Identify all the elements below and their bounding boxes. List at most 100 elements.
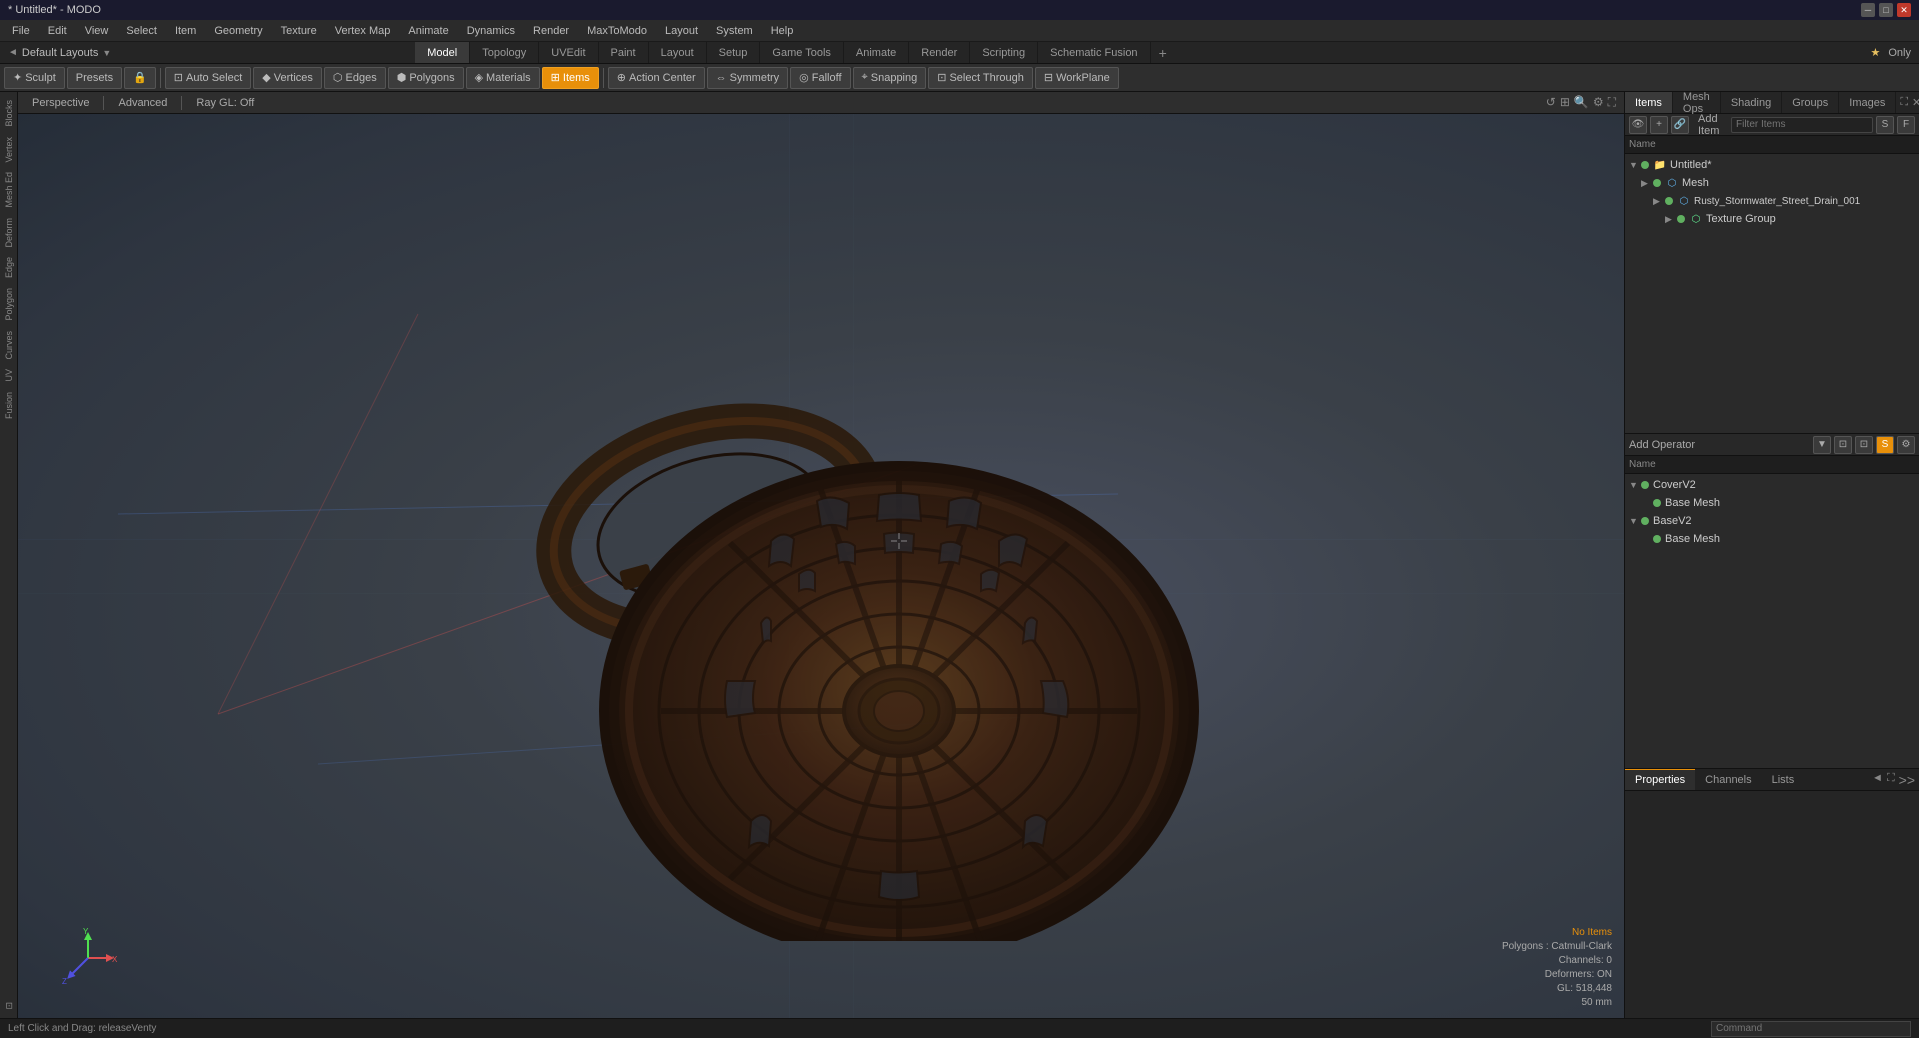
menu-geometry[interactable]: Geometry [206,23,270,39]
left-arrow-icon[interactable]: ◄ [1872,772,1883,788]
add-item-btn[interactable]: + [1650,116,1668,134]
layout-prev[interactable]: ◄ [8,47,18,58]
menu-texture[interactable]: Texture [273,23,325,39]
tab-scripting[interactable]: Scripting [970,42,1038,63]
presets-button[interactable]: Presets [67,67,122,89]
menu-help[interactable]: Help [763,23,802,39]
action-center-button[interactable]: ⊕ Action Center [608,67,705,89]
sidebar-tab-fusion[interactable]: Fusion [2,388,16,423]
advanced-button[interactable]: Advanced [112,96,173,110]
tab-model[interactable]: Model [415,42,470,63]
op-item-coverv2[interactable]: ▼ CoverV2 [1625,476,1919,494]
sidebar-tab-uv[interactable]: UV [2,365,16,386]
expand-rusty[interactable]: ▶ [1653,196,1665,207]
perspective-button[interactable]: Perspective [26,96,95,110]
menu-select[interactable]: Select [118,23,165,39]
tab-uvedit[interactable]: UVEdit [539,42,598,63]
menu-animate[interactable]: Animate [400,23,456,39]
maximize-icon[interactable]: ⛶ [1608,95,1616,110]
expand-mesh[interactable]: ▶ [1641,178,1653,189]
op-toggle-3[interactable]: S [1876,436,1894,454]
close-right-icon[interactable]: ✕ [1912,96,1919,109]
tab-layout[interactable]: Layout [649,42,707,63]
workplane-button[interactable]: ⊟ WorkPlane [1035,67,1119,89]
sidebar-tab-extra[interactable]: ⊡ [2,998,16,1014]
op-settings[interactable]: ⚙ [1897,436,1915,454]
tree-item-texture[interactable]: ▶ ⬡ Texture Group [1661,210,1919,228]
tab-lists[interactable]: Lists [1762,769,1805,790]
expand-right-icon[interactable]: ⛶ [1900,96,1908,109]
ray-gl-button[interactable]: Ray GL: Off [190,96,260,110]
menu-layout[interactable]: Layout [657,23,706,39]
op-toggle-1[interactable]: ⊡ [1834,436,1852,454]
zoom-fit-icon[interactable]: ⊞ [1560,95,1570,110]
tab-channels[interactable]: Channels [1695,769,1761,790]
sidebar-tab-deform[interactable]: Deform [2,214,16,252]
minimize-button[interactable]: ─ [1861,3,1875,17]
tab-topology[interactable]: Topology [470,42,539,63]
items-button[interactable]: ⊞ Items [542,67,599,89]
tab-groups[interactable]: Groups [1782,92,1839,113]
layout-dropdown[interactable]: ▼ [102,48,111,58]
sidebar-tab-meshed[interactable]: Mesh Ed [2,168,16,212]
zoom-in-icon[interactable]: 🔍 [1574,95,1589,110]
tab-images[interactable]: Images [1839,92,1896,113]
viewport[interactable]: Perspective Advanced Ray GL: Off ↺ ⊞ 🔍 ⚙… [18,92,1624,1018]
menu-maxtomodo[interactable]: MaxToModo [579,23,655,39]
auto-select-button[interactable]: ⊡ Auto Select [165,67,251,89]
op-item-basev2[interactable]: ▼ BaseV2 [1625,512,1919,530]
sidebar-tab-blocks[interactable]: Blocks [2,96,16,131]
add-tab-button[interactable]: + [1151,45,1175,61]
tab-render[interactable]: Render [909,42,970,63]
bottom-right-right-arrow[interactable]: >> [1899,772,1915,788]
maximize-button[interactable]: □ [1879,3,1893,17]
expand-basev2[interactable]: ▼ [1629,516,1641,526]
settings-icon[interactable]: ⚙ [1593,95,1604,110]
filter-down-btn[interactable]: S [1876,116,1894,134]
expand-coverv2[interactable]: ▼ [1629,480,1641,490]
menu-edit[interactable]: Edit [40,23,75,39]
op-toggle-2[interactable]: ⊡ [1855,436,1873,454]
tab-properties[interactable]: Properties [1625,769,1695,790]
edges-button[interactable]: ⬡ Edges [324,67,386,89]
menu-dynamics[interactable]: Dynamics [459,23,523,39]
op-item-basemesh2[interactable]: Base Mesh [1637,530,1919,548]
tab-items[interactable]: Items [1625,92,1673,113]
sculpt-button[interactable]: ✦ Sculpt [4,67,65,89]
preset-lock-button[interactable]: 🔒 [124,67,156,89]
menu-vertex-map[interactable]: Vertex Map [327,23,399,39]
sidebar-tab-curves[interactable]: Curves [2,327,16,364]
symmetry-button[interactable]: ⇔ Symmetry [707,67,789,89]
tab-schematic[interactable]: Schematic Fusion [1038,42,1150,63]
expand-texture[interactable]: ▶ [1665,214,1677,225]
viewport-canvas[interactable]: X Y Z No Items Polygons : Catmull-Clark … [18,114,1624,1018]
sidebar-tab-polygon[interactable]: Polygon [2,284,16,325]
filter-settings-btn[interactable]: F [1897,116,1915,134]
filter-items-input[interactable] [1731,117,1873,133]
sidebar-tab-vertex[interactable]: Vertex [2,133,16,167]
tab-paint[interactable]: Paint [599,42,649,63]
menu-item[interactable]: Item [167,23,204,39]
materials-button[interactable]: ◈ Materials [466,67,540,89]
falloff-button[interactable]: ◎ Falloff [790,67,850,89]
tab-game-tools[interactable]: Game Tools [760,42,844,63]
polygons-button[interactable]: ⬢ Polygons [388,67,464,89]
tab-mesh-ops[interactable]: Mesh Ops [1673,92,1721,113]
tab-shading[interactable]: Shading [1721,92,1782,113]
reset-view-icon[interactable]: ↺ [1546,95,1556,110]
menu-view[interactable]: View [77,23,117,39]
op-item-basemesh1[interactable]: Base Mesh [1637,494,1919,512]
menu-system[interactable]: System [708,23,761,39]
command-input[interactable] [1711,1021,1911,1037]
tree-item-rusty[interactable]: ▶ ⬡ Rusty_Stormwater_Street_Drain_001 [1649,192,1919,210]
tree-item-untitled[interactable]: ▼ 📁 Untitled* [1625,156,1919,174]
add-operator-dropdown[interactable]: ▼ [1813,436,1831,454]
close-button[interactable]: ✕ [1897,3,1911,17]
select-through-button[interactable]: ⊡ Select Through [928,67,1033,89]
expand-icon[interactable]: ⛶ [1887,772,1895,788]
link-icon[interactable]: 🔗 [1671,116,1689,134]
tab-animate[interactable]: Animate [844,42,909,63]
tab-setup[interactable]: Setup [707,42,761,63]
layout-name[interactable]: Default Layouts [22,47,98,59]
tree-item-mesh[interactable]: ▶ ⬡ Mesh [1637,174,1919,192]
